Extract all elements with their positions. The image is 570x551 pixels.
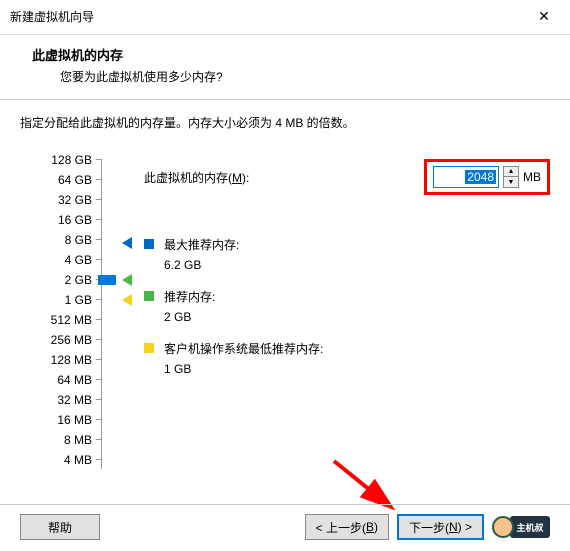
spin-up-icon[interactable]: ▲ — [504, 167, 518, 177]
back-button[interactable]: < 上一步(B) — [305, 514, 389, 540]
close-icon[interactable]: ✕ — [524, 4, 564, 28]
tick-label: 256 MB — [32, 333, 92, 347]
guest-min-value: 1 GB — [164, 359, 323, 379]
guest-min-label: 客户机操作系统最低推荐内存: — [164, 339, 323, 359]
square-yellow-icon — [144, 343, 154, 353]
memory-value: 2048 — [465, 170, 496, 184]
tick-label: 4 MB — [32, 453, 92, 467]
tick-label: 512 MB — [32, 313, 92, 327]
tick-label: 8 MB — [32, 433, 92, 447]
page-title: 此虚拟机的内存 — [32, 45, 550, 64]
max-recommended-label: 最大推荐内存: — [164, 235, 239, 255]
next-button[interactable]: 下一步(N) > — [397, 514, 484, 540]
help-button[interactable]: 帮助 — [20, 514, 100, 540]
tick-label: 16 GB — [32, 213, 92, 227]
tick-label: 2 GB — [32, 273, 92, 287]
square-green-icon — [144, 291, 154, 301]
instruction-text: 指定分配给此虚拟机的内存量。内存大小必须为 4 MB 的倍数。 — [20, 114, 550, 131]
max-recommended-value: 6.2 GB — [164, 255, 239, 275]
tick-label: 128 MB — [32, 353, 92, 367]
square-blue-icon — [144, 239, 154, 249]
tick-label: 64 GB — [32, 173, 92, 187]
memory-spinner[interactable]: ▲ ▼ — [503, 166, 519, 188]
recommended-value: 2 GB — [164, 307, 215, 327]
tick-label: 32 GB — [32, 193, 92, 207]
memory-unit: MB — [523, 170, 541, 184]
mascot-logo: 主机叔 — [492, 513, 550, 541]
tick-label: 8 GB — [32, 233, 92, 247]
tick-label: 128 GB — [32, 153, 92, 167]
recommended-label: 推荐内存: — [164, 287, 215, 307]
window-title: 新建虚拟机向导 — [10, 8, 94, 25]
memory-label: 此虚拟机的内存(M): — [144, 169, 249, 186]
page-subtitle: 您要为此虚拟机使用多少内存? — [32, 64, 550, 85]
tick-label: 32 MB — [32, 393, 92, 407]
tick-label: 1 GB — [32, 293, 92, 307]
tick-label: 4 GB — [32, 253, 92, 267]
spin-down-icon[interactable]: ▼ — [504, 177, 518, 187]
tick-label: 16 MB — [32, 413, 92, 427]
memory-input-highlight: 2048 ▲ ▼ MB — [424, 159, 550, 195]
memory-scale[interactable]: 128 GB 64 GB 32 GB 16 GB 8 GB 4 GB 2 GB … — [20, 159, 110, 469]
tick-label: 64 MB — [32, 373, 92, 387]
memory-input[interactable]: 2048 — [433, 166, 499, 188]
